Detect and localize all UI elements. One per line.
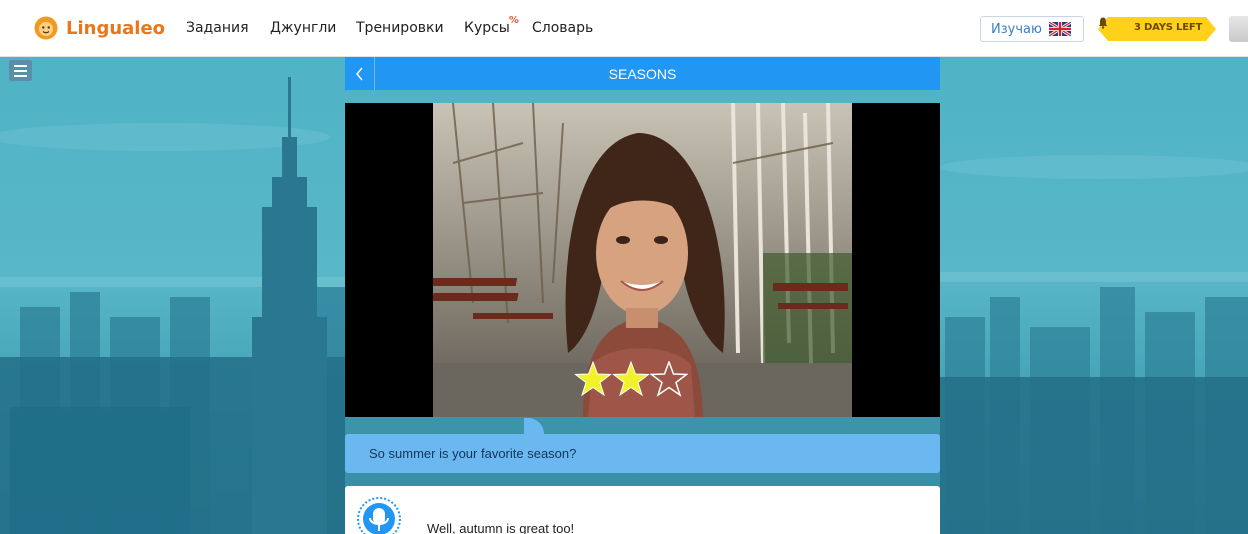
rating-stars [574,361,688,397]
lion-logo-icon [34,16,58,40]
brand-logo[interactable]: Lingualeo [34,16,165,40]
nav-item-jungle[interactable]: Джунгли [270,20,336,36]
star-filled-icon [612,361,650,397]
microphone-icon[interactable] [357,497,401,534]
brand-name: Lingualeo [66,17,166,39]
language-selector[interactable]: Изучаю [980,16,1084,42]
top-navigation-bar: Lingualeo Задания Джунгли Тренировки Кур… [0,0,1248,57]
lesson-title: SEASONS [608,66,677,82]
hamburger-menu-icon[interactable] [9,60,32,81]
user-avatar[interactable] [1229,16,1248,42]
nav-item-courses[interactable]: Курсы % [464,15,519,36]
lesson-title-bar: SEASONS [345,57,940,90]
answer-text: Well, autumn is great too! [427,521,575,534]
trial-days-left-badge[interactable]: 3 DAYS LEFT [1098,17,1216,41]
nav-item-tasks[interactable]: Задания [186,20,249,36]
star-filled-icon [574,361,612,397]
nav-item-dictionary[interactable]: Словарь [532,20,593,36]
bell-icon [1098,17,1108,29]
language-selector-label: Изучаю [991,21,1042,37]
nav-item-trainings[interactable]: Тренировки [356,20,444,36]
uk-flag-icon [1049,22,1071,36]
question-text: So summer is your favorite season? [369,446,577,461]
star-empty-icon [650,361,688,397]
answer-card: Well, autumn is great too! [345,486,940,534]
days-left-label: 3 DAYS LEFT [1134,22,1203,33]
question-bubble: So summer is your favorite season? [345,434,940,473]
discount-badge: % [508,15,519,26]
nav-item-courses-label: Курсы [464,20,510,36]
